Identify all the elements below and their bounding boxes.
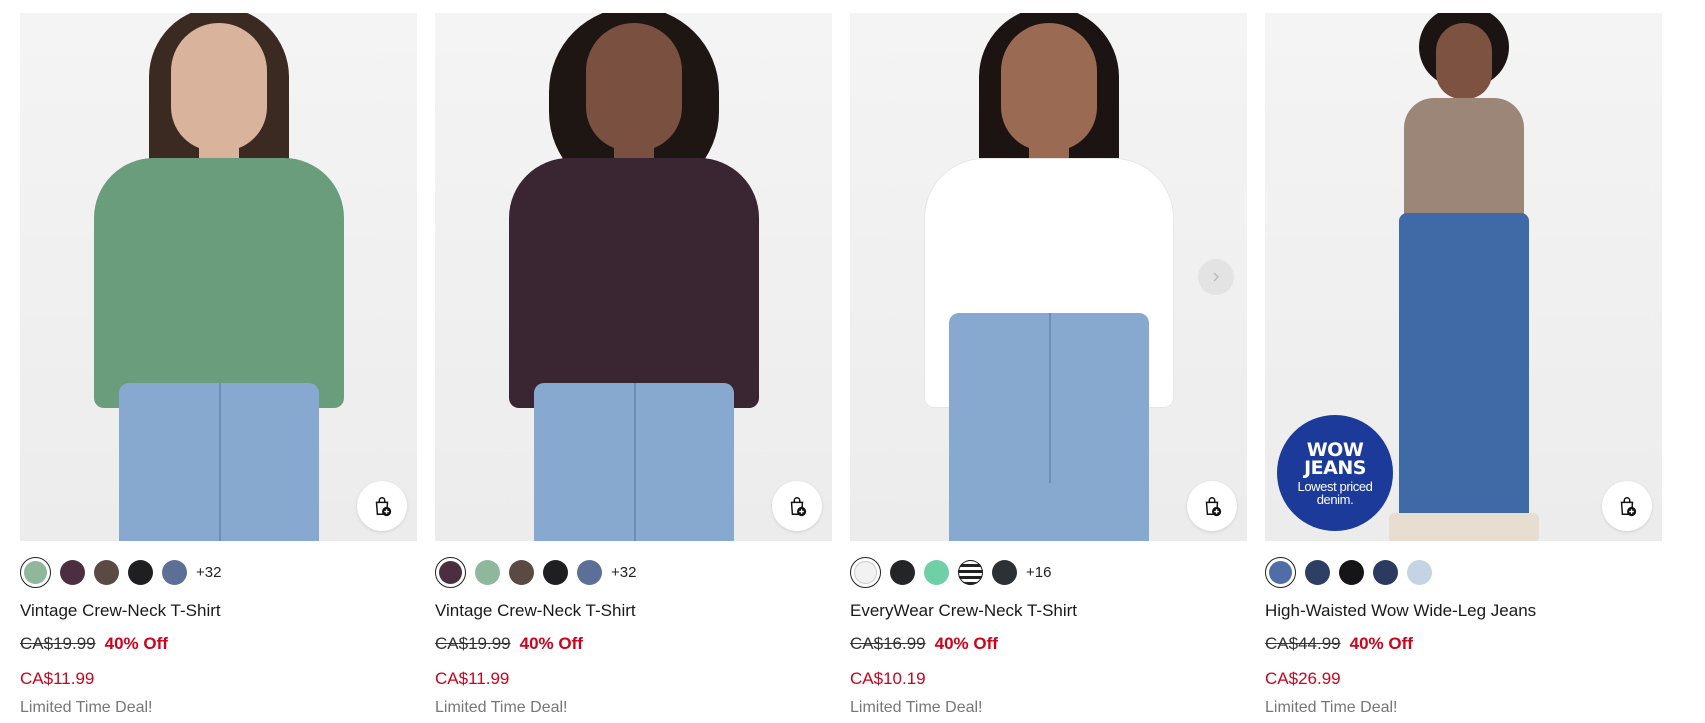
model-face xyxy=(170,23,267,151)
model-jeans xyxy=(118,383,319,541)
deal-text: Limited Time Deal! xyxy=(850,699,983,716)
color-swatch[interactable] xyxy=(1305,559,1330,585)
color-swatches: +16 xyxy=(850,556,1247,588)
price-row: CA$16.99 40% Off xyxy=(850,634,1247,654)
color-swatch[interactable] xyxy=(992,559,1017,585)
model-shirt xyxy=(93,158,344,408)
badge-line: JEANS xyxy=(1304,456,1366,479)
deal-text: Limited Time Deal! xyxy=(435,699,568,716)
shopping-bag-plus-icon xyxy=(375,497,392,517)
more-colors-count[interactable]: +32 xyxy=(196,564,221,581)
original-price: CA$16.99 xyxy=(850,634,926,653)
color-swatch[interactable] xyxy=(890,559,915,585)
deal-text: Limited Time Deal! xyxy=(1265,699,1398,716)
price-row: CA$44.99 40% Off xyxy=(1265,634,1662,654)
model-shirt xyxy=(508,158,759,408)
product-image[interactable] xyxy=(850,13,1247,541)
color-swatch[interactable] xyxy=(435,556,466,588)
shopping-bag-plus-icon xyxy=(1620,497,1637,517)
discount-label: 40% Off xyxy=(519,634,583,653)
add-to-bag-button[interactable] xyxy=(772,481,822,531)
carousel-next-button[interactable] xyxy=(1198,259,1234,295)
price-row: CA$19.99 40% Off xyxy=(435,634,832,654)
product-card[interactable]: +32 Vintage Crew-Neck T-Shirt CA$19.99 4… xyxy=(20,13,417,717)
color-swatches: +32 xyxy=(20,556,417,588)
color-swatch[interactable] xyxy=(509,559,534,585)
original-price: CA$19.99 xyxy=(20,634,96,653)
product-card[interactable]: +16 EveryWear Crew-Neck T-Shirt CA$16.99… xyxy=(850,13,1247,717)
add-to-bag-button[interactable] xyxy=(1602,481,1652,531)
model-face xyxy=(1435,23,1492,99)
discount-label: 40% Off xyxy=(934,634,998,653)
model-boots xyxy=(1388,513,1539,541)
model-sweater xyxy=(1403,98,1524,228)
product-image[interactable]: WOW JEANS Lowest priced denim. xyxy=(1265,13,1662,541)
original-price: CA$44.99 xyxy=(1265,634,1341,653)
color-swatch[interactable] xyxy=(850,556,881,588)
sale-price: CA$10.19 xyxy=(850,669,926,688)
color-swatch[interactable] xyxy=(162,559,187,585)
more-colors-count[interactable]: +16 xyxy=(1026,564,1051,581)
color-swatch[interactable] xyxy=(543,559,568,585)
price-row: CA$19.99 40% Off xyxy=(20,634,417,654)
sale-price: CA$11.99 xyxy=(20,669,95,688)
sale-price: CA$11.99 xyxy=(435,669,510,688)
product-name[interactable]: High-Waisted Wow Wide-Leg Jeans xyxy=(1265,601,1662,621)
product-name[interactable]: EveryWear Crew-Neck T-Shirt xyxy=(850,601,1247,621)
add-to-bag-button[interactable] xyxy=(357,481,407,531)
model-face xyxy=(585,23,682,151)
shopping-bag-plus-icon xyxy=(790,497,807,517)
product-image[interactable] xyxy=(20,13,417,541)
color-swatch[interactable] xyxy=(958,559,983,585)
add-to-bag-button[interactable] xyxy=(1187,481,1237,531)
product-name[interactable]: Vintage Crew-Neck T-Shirt xyxy=(435,601,832,621)
shopping-bag-plus-icon xyxy=(1205,497,1222,517)
model-face xyxy=(1000,23,1097,151)
color-swatch[interactable] xyxy=(924,559,949,585)
color-swatch[interactable] xyxy=(60,559,85,585)
color-swatches: +32 xyxy=(435,556,832,588)
badge-line: WOW xyxy=(1306,438,1364,461)
color-swatches xyxy=(1265,556,1662,588)
color-swatch[interactable] xyxy=(94,559,119,585)
color-swatch[interactable] xyxy=(577,559,602,585)
badge-line: Lowest priced xyxy=(1297,478,1373,494)
product-image[interactable] xyxy=(435,13,832,541)
model-jeans xyxy=(1398,213,1529,541)
product-name[interactable]: Vintage Crew-Neck T-Shirt xyxy=(20,601,417,621)
color-swatch[interactable] xyxy=(1407,559,1432,585)
discount-label: 40% Off xyxy=(1349,634,1413,653)
product-card[interactable]: WOW JEANS Lowest priced denim. High-Wais… xyxy=(1265,13,1662,717)
discount-label: 40% Off xyxy=(104,634,168,653)
more-colors-count[interactable]: +32 xyxy=(611,564,636,581)
sale-price: CA$26.99 xyxy=(1265,669,1341,688)
color-swatch[interactable] xyxy=(20,556,51,588)
badge-line: denim. xyxy=(1316,491,1354,507)
chevron-right-icon xyxy=(1213,272,1220,282)
original-price: CA$19.99 xyxy=(435,634,511,653)
product-card[interactable]: +32 Vintage Crew-Neck T-Shirt CA$19.99 4… xyxy=(435,13,832,717)
color-swatch[interactable] xyxy=(1339,559,1364,585)
color-swatch[interactable] xyxy=(128,559,153,585)
model-jeans xyxy=(533,383,734,541)
product-grid: +32 Vintage Crew-Neck T-Shirt CA$19.99 4… xyxy=(20,13,1662,717)
color-swatch[interactable] xyxy=(1265,556,1296,588)
wow-jeans-badge: WOW JEANS Lowest priced denim. xyxy=(1277,415,1393,531)
color-swatch[interactable] xyxy=(1373,559,1398,585)
color-swatch[interactable] xyxy=(475,559,500,585)
model-jeans xyxy=(948,313,1149,541)
deal-text: Limited Time Deal! xyxy=(20,699,153,716)
